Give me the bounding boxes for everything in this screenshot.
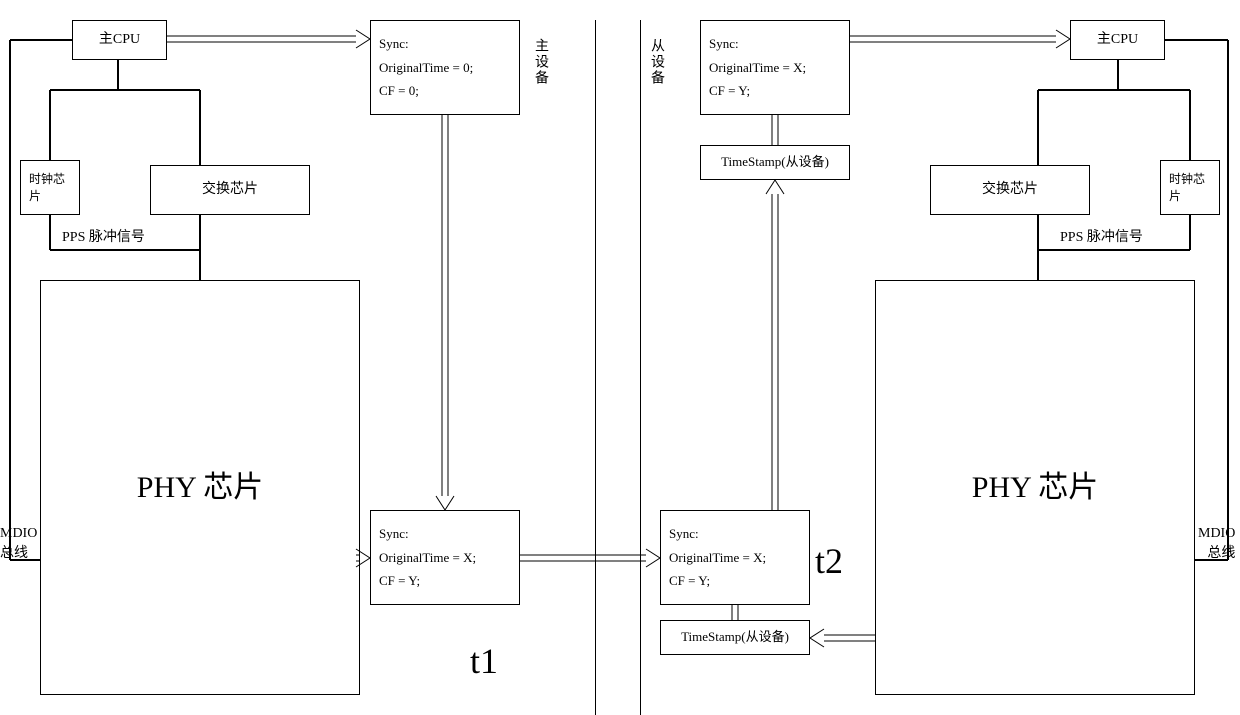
diagram-connectors (0, 0, 1240, 715)
